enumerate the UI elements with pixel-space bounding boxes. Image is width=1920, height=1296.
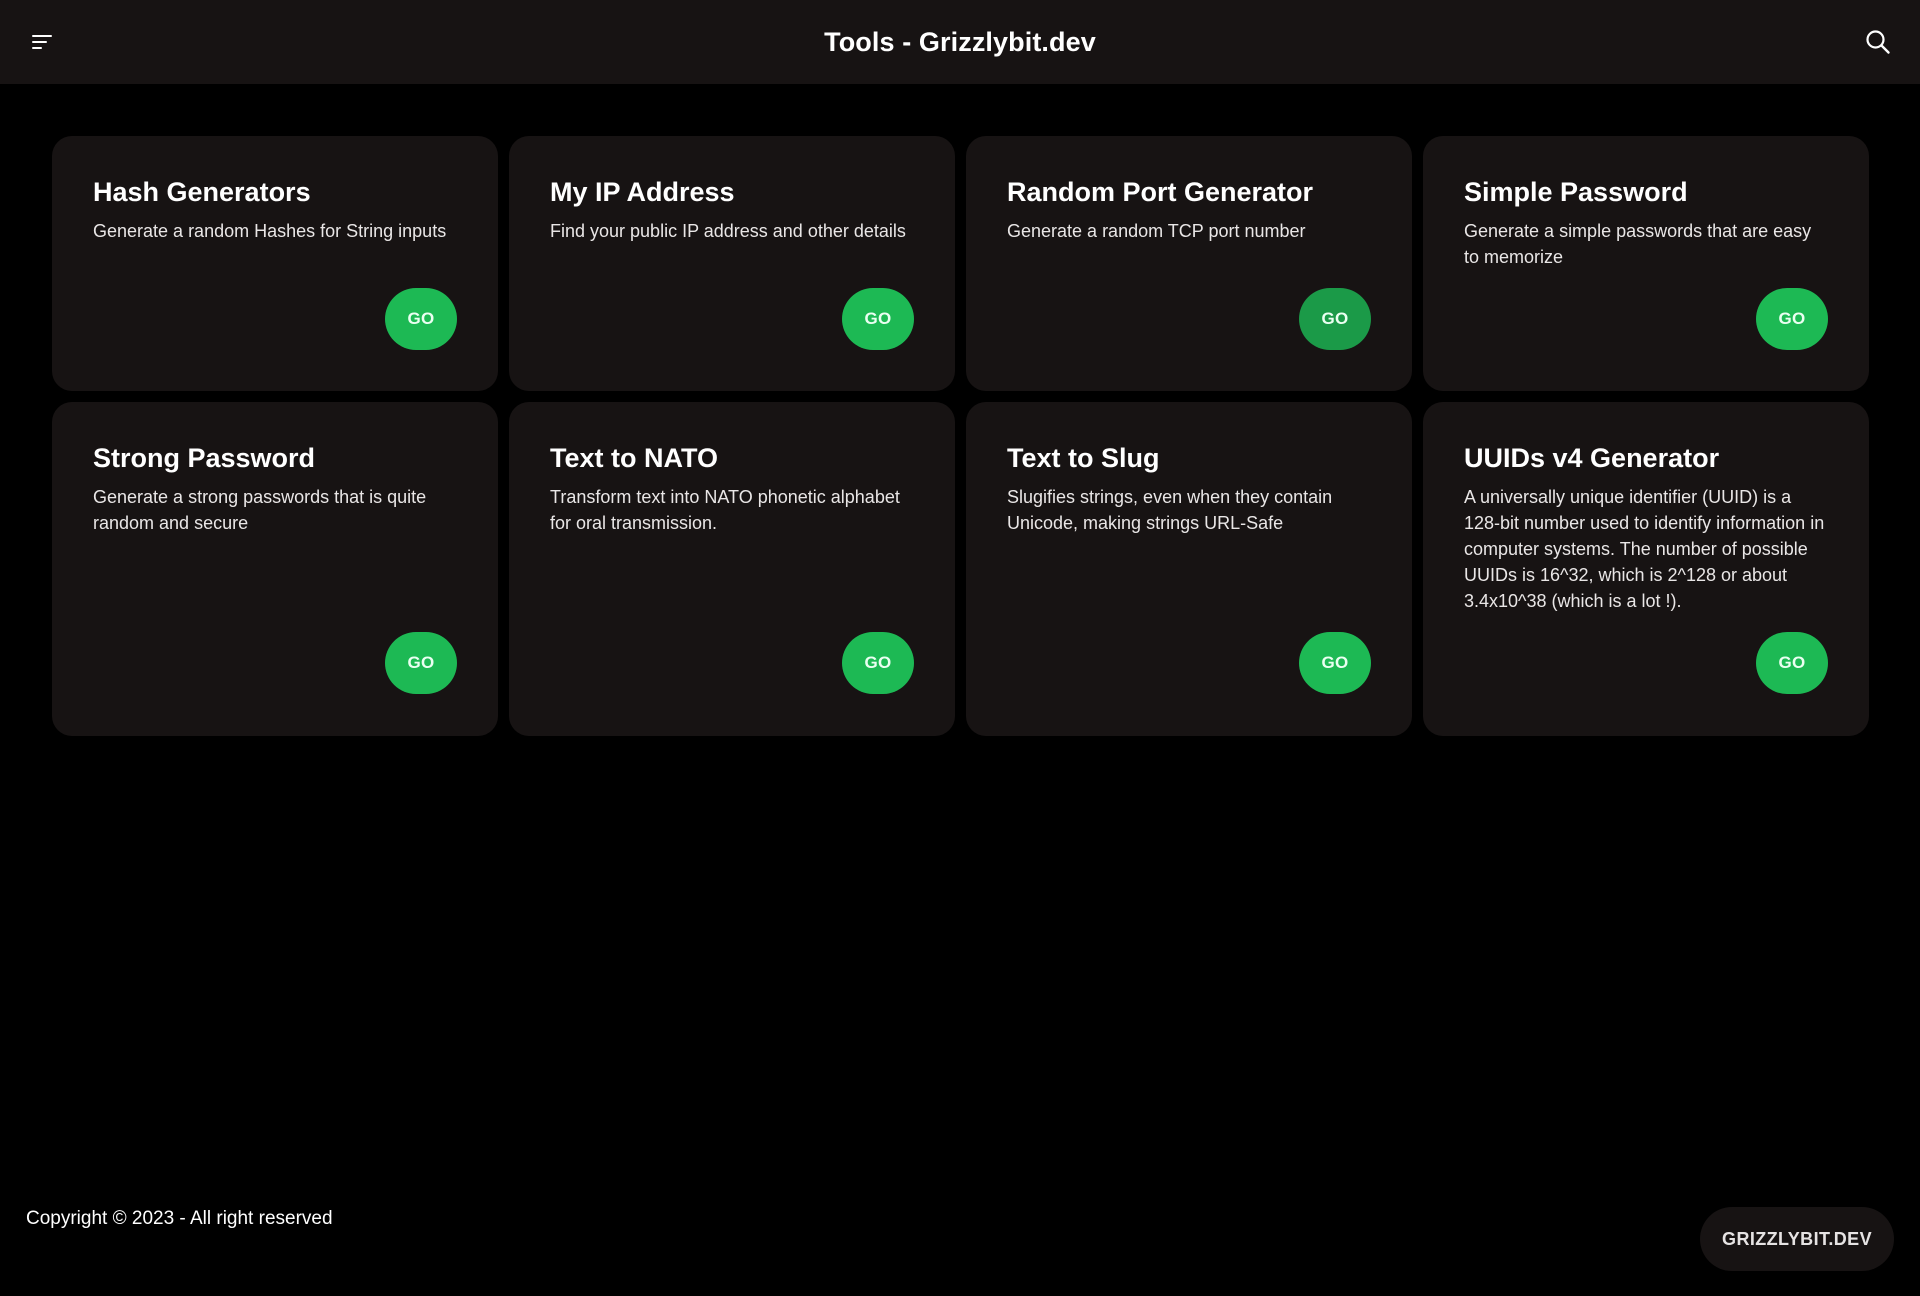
tool-card-hash-generators: Hash Generators Generate a random Hashes… bbox=[52, 136, 498, 391]
tool-card-simple-password: Simple Password Generate a simple passwo… bbox=[1423, 136, 1869, 391]
card-title: Strong Password bbox=[93, 443, 316, 473]
card-title: Random Port Generator bbox=[1007, 177, 1314, 207]
card-title: UUIDs v4 Generator bbox=[1464, 443, 1720, 473]
card-title: Text to Slug bbox=[1007, 443, 1160, 473]
tool-card-uuids-v4-generator: UUIDs v4 Generator A universally unique … bbox=[1423, 402, 1869, 736]
go-button-text-to-nato[interactable]: GO bbox=[842, 632, 914, 694]
tools-grid: Hash Generators Generate a random Hashes… bbox=[52, 136, 1869, 736]
tool-card-text-to-slug: Text to Slug Slugifies strings, even whe… bbox=[966, 402, 1412, 736]
card-description: Transform text into NATO phonetic alphab… bbox=[550, 487, 900, 534]
card-description: Generate a simple passwords that are eas… bbox=[1464, 221, 1812, 268]
card-description: Generate a random TCP port number bbox=[1007, 221, 1306, 242]
tool-card-random-port-generator: Random Port Generator Generate a random … bbox=[966, 136, 1412, 391]
card-title: Text to NATO bbox=[550, 443, 718, 473]
go-button-random-port-generator[interactable]: GO bbox=[1299, 288, 1371, 350]
go-button-hash-generators[interactable]: GO bbox=[385, 288, 457, 350]
page-title: Tools - Grizzlybit.dev bbox=[824, 26, 1096, 57]
card-title: Simple Password bbox=[1464, 177, 1688, 207]
search-button[interactable] bbox=[1858, 22, 1898, 62]
tool-card-my-ip-address: My IP Address Find your public IP addres… bbox=[509, 136, 955, 391]
brand-link[interactable]: GRIZZLYBIT.DEV bbox=[1700, 1207, 1894, 1271]
tool-card-strong-password: Strong Password Generate a strong passwo… bbox=[52, 402, 498, 736]
tool-card-text-to-nato: Text to NATO Transform text into NATO ph… bbox=[509, 402, 955, 736]
go-button-text-to-slug[interactable]: GO bbox=[1299, 632, 1371, 694]
top-bar: Tools - Grizzlybit.dev bbox=[0, 0, 1920, 84]
go-button-strong-password[interactable]: GO bbox=[385, 632, 457, 694]
card-description: Generate a strong passwords that is quit… bbox=[93, 487, 427, 534]
card-description: Find your public IP address and other de… bbox=[550, 221, 906, 242]
card-description: Slugifies strings, even when they contai… bbox=[1007, 487, 1333, 534]
hamburger-menu-icon bbox=[32, 35, 52, 49]
card-description: Generate a random Hashes for String inpu… bbox=[93, 221, 447, 242]
card-title: Hash Generators bbox=[93, 177, 311, 207]
go-button-my-ip-address[interactable]: GO bbox=[842, 288, 914, 350]
copyright-text: Copyright © 2023 - All right reserved bbox=[26, 1208, 333, 1229]
menu-button[interactable] bbox=[22, 22, 62, 62]
go-button-uuids-v4-generator[interactable]: GO bbox=[1756, 632, 1828, 694]
card-description: A universally unique identifier (UUID) i… bbox=[1464, 487, 1825, 612]
page: Tools - Grizzlybit.dev Hash Generators G… bbox=[0, 0, 1920, 1296]
search-icon bbox=[1866, 30, 1890, 54]
go-button-simple-password[interactable]: GO bbox=[1756, 288, 1828, 350]
card-title: My IP Address bbox=[550, 177, 735, 207]
